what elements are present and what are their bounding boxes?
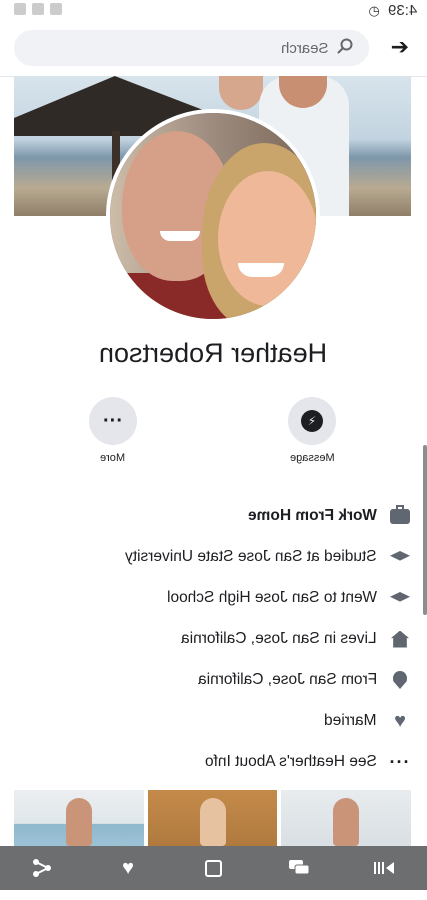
info-highschool-text: Went to San Jose High School (167, 588, 377, 606)
location-pin-icon (389, 669, 411, 691)
message-label-wrap: Message (262, 452, 362, 464)
profile-name-text: Heather Robertson (99, 338, 328, 368)
more-label-wrap: More (63, 452, 163, 464)
battery-icon (50, 3, 62, 15)
heart-nav-icon[interactable]: ♥ (108, 852, 148, 884)
status-time: 4:39 (387, 2, 417, 19)
profile-name: Heather Robertson (0, 338, 427, 369)
scrollbar[interactable] (423, 445, 427, 615)
status-right: ◷ 4:39 (368, 2, 417, 19)
top-bar: Search ➔ (0, 24, 427, 77)
info-work-text: Work From Home (248, 506, 377, 524)
about-info-list: Work From Home Studied at San Jose State… (0, 495, 427, 782)
signal-icon (14, 3, 26, 15)
alarm-icon: ◷ (368, 2, 380, 18)
photo-thumbnail[interactable] (14, 790, 144, 846)
graduation-cap-icon (389, 546, 411, 568)
info-row-high-school[interactable]: Went to San Jose High School (0, 577, 427, 618)
profile-figure (238, 263, 284, 277)
back-arrow-icon[interactable]: ➔ (391, 34, 409, 60)
profile-picture[interactable] (106, 109, 320, 323)
bottom-strip (0, 890, 427, 900)
graduation-cap-icon (389, 587, 411, 609)
info-row-relationship[interactable]: Married ♥ (0, 700, 427, 741)
home-nav-icon[interactable] (193, 852, 233, 884)
photo-thumbnail[interactable] (281, 790, 412, 846)
more-dots-icon: ··· (103, 409, 123, 432)
briefcase-icon (389, 504, 411, 527)
chat-icon[interactable] (279, 852, 319, 884)
info-row-from[interactable]: From San Jose, California (0, 659, 427, 700)
photos-row (14, 790, 412, 846)
status-bar: ◷ 4:39 (0, 0, 427, 22)
info-row-university[interactable]: Studied at San Jose State University (0, 536, 427, 577)
search-placeholder: Search (281, 39, 329, 57)
info-university-text: Studied at San Jose State University (125, 547, 377, 565)
profile-figure (218, 171, 316, 306)
messenger-icon: ⚡ (301, 410, 323, 432)
search-icon (337, 38, 353, 59)
wifi-icon (32, 3, 44, 15)
more-button-circle[interactable]: ··· (89, 397, 137, 445)
message-button[interactable]: ⚡ Message (262, 397, 362, 464)
message-button-circle[interactable]: ⚡ (288, 397, 336, 445)
info-see-about-text: See Heather's About Info (205, 752, 377, 770)
status-icons (14, 3, 62, 15)
photo-thumbnail[interactable] (147, 790, 278, 846)
info-row-see-about[interactable]: See Heather's About Info ··· (0, 741, 427, 782)
more-dots-icon: ··· (389, 751, 411, 772)
message-label: Message (289, 452, 335, 464)
system-nav-bar: ♥ (0, 846, 427, 890)
more-button[interactable]: ··· More (63, 397, 163, 464)
info-row-work[interactable]: Work From Home (0, 495, 427, 536)
heart-icon: ♥ (394, 709, 406, 732)
back-nav-icon[interactable] (364, 852, 404, 884)
more-label: More (100, 452, 126, 464)
info-row-lives-in[interactable]: Lives in San Jose, California (0, 618, 427, 659)
info-from-text: From San Jose, California (197, 670, 377, 688)
info-relationship-text: Married (324, 711, 377, 729)
profile-figure (160, 231, 200, 241)
photo-figure (199, 798, 226, 846)
home-icon (389, 628, 411, 650)
cover-person (219, 76, 263, 110)
share-icon[interactable] (23, 852, 63, 884)
search-input[interactable]: Search (14, 30, 369, 66)
photo-figure (333, 798, 360, 846)
info-lives-text: Lives in San Jose, California (181, 629, 377, 647)
photo-figure (65, 798, 92, 846)
